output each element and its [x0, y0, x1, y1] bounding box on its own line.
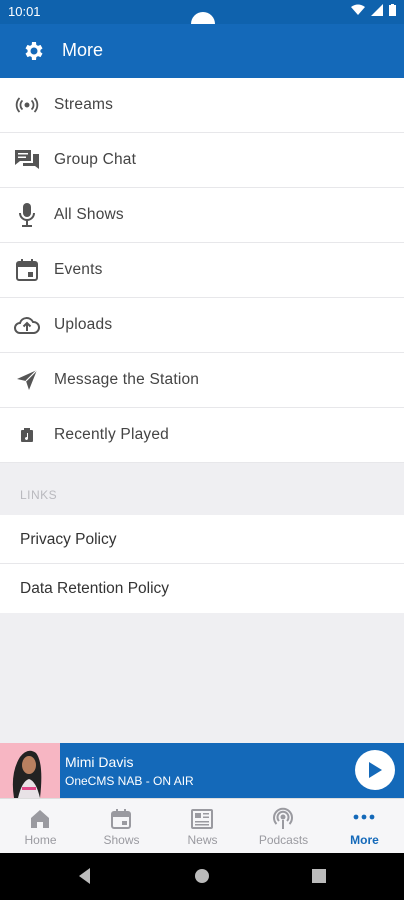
tab-label: More: [350, 833, 379, 847]
tab-more[interactable]: More: [324, 799, 404, 854]
gear-icon: [25, 42, 43, 60]
menu-item-label: Message the Station: [54, 371, 200, 388]
menu-item-recently-played[interactable]: Recently Played: [0, 408, 404, 463]
battery-icon: [389, 4, 396, 16]
menu-item-message-the-station[interactable]: Message the Station: [0, 353, 404, 408]
home-icon: [31, 810, 49, 828]
more-dots-icon: [353, 814, 375, 820]
tab-shows[interactable]: Shows: [81, 799, 162, 854]
links-list: Privacy Policy Data Retention Policy: [0, 515, 404, 613]
home-nav-icon[interactable]: [192, 866, 212, 886]
menu-item-all-shows[interactable]: All Shows: [0, 188, 404, 243]
show-artwork: [0, 743, 60, 798]
tab-label: Shows: [103, 833, 140, 847]
tab-home[interactable]: Home: [0, 799, 81, 854]
status-time: 10:01: [8, 4, 41, 19]
link-data-retention-policy[interactable]: Data Retention Policy: [0, 564, 404, 613]
link-label: Privacy Policy: [20, 531, 117, 548]
newspaper-icon: [191, 809, 213, 829]
page-title: More: [62, 40, 104, 60]
recents-icon[interactable]: [309, 866, 329, 886]
send-icon: [14, 367, 40, 393]
back-icon[interactable]: [75, 866, 95, 886]
app-bar: More: [0, 24, 404, 78]
links-header: LINKS: [20, 488, 58, 502]
tab-label: News: [187, 833, 218, 847]
calendar-icon: [111, 809, 131, 829]
player-station: OneCMS NAB - ON AIR: [65, 774, 194, 788]
calendar-icon: [14, 257, 40, 283]
link-label: Data Retention Policy: [20, 580, 170, 597]
more-menu: Streams Group Chat All Shows Events Uplo…: [0, 78, 404, 463]
chat-bubbles-icon: [14, 147, 40, 173]
menu-item-group-chat[interactable]: Group Chat: [0, 133, 404, 188]
menu-item-label: Recently Played: [54, 426, 170, 443]
mini-player[interactable]: Mimi Davis OneCMS NAB - ON AIR: [0, 743, 404, 798]
menu-item-label: Uploads: [54, 316, 113, 333]
play-icon: [369, 762, 382, 778]
menu-item-label: Events: [54, 261, 103, 278]
microphone-icon: [14, 202, 40, 228]
tab-label: Home: [24, 833, 57, 847]
menu-item-uploads[interactable]: Uploads: [0, 298, 404, 353]
links-section: LINKS: [0, 463, 404, 515]
menu-item-label: Streams: [54, 96, 114, 113]
tab-news[interactable]: News: [162, 799, 243, 854]
wifi-icon: [351, 4, 365, 15]
system-nav-bar: [0, 853, 404, 900]
menu-item-events[interactable]: Events: [0, 243, 404, 298]
status-icons: [351, 4, 396, 16]
tab-podcasts[interactable]: Podcasts: [243, 799, 324, 854]
bottom-tab-bar: Home Shows News Podcasts More: [0, 798, 404, 853]
radio-waves-icon: [14, 92, 40, 118]
music-note-icon: [14, 422, 40, 448]
play-button[interactable]: [355, 750, 395, 790]
menu-item-label: All Shows: [54, 206, 124, 223]
signal-icon: [371, 4, 383, 16]
player-show-name: Mimi Davis: [65, 754, 134, 770]
menu-item-label: Group Chat: [54, 151, 137, 168]
podcast-icon: [273, 807, 293, 829]
tab-label: Podcasts: [258, 833, 309, 847]
link-privacy-policy[interactable]: Privacy Policy: [0, 515, 404, 564]
menu-item-streams[interactable]: Streams: [0, 78, 404, 133]
cloud-upload-icon: [14, 312, 40, 338]
